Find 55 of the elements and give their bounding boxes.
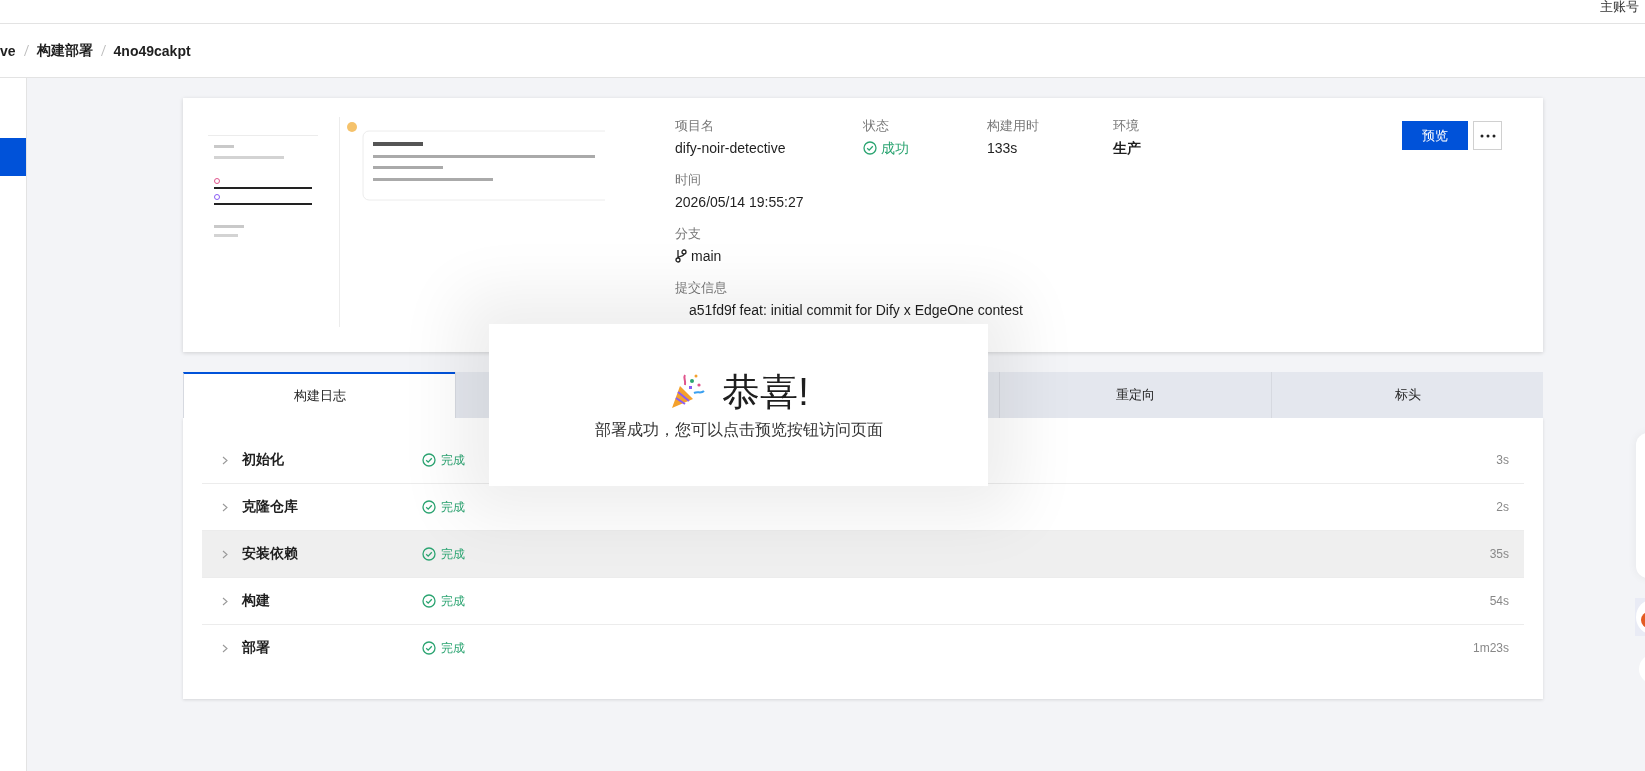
step-status: 完成: [441, 498, 465, 516]
field-value: a51fd9f feat: initial commit for Dify x EdgeOne contest: [689, 301, 1023, 320]
step-name: 部署: [242, 639, 271, 657]
more-icon: [1479, 133, 1496, 138]
check-circle-icon: [422, 641, 436, 655]
field-value: dify-noir-detective: [675, 139, 786, 158]
dialog-title: 恭喜!: [722, 369, 809, 414]
step-status: 完成: [441, 545, 465, 563]
tab[interactable]: 标头: [1271, 372, 1543, 418]
field-value: 生产: [1113, 139, 1141, 158]
step-duration: 54s: [1489, 594, 1509, 608]
breadcrumb-link[interactable]: ve: [0, 42, 16, 59]
tab[interactable]: 重定向: [999, 372, 1271, 418]
log-row[interactable]: 安装依赖 完成 35s: [202, 531, 1524, 578]
step-name: 初始化: [242, 451, 285, 469]
field-label: 项目名: [675, 117, 715, 135]
field-label: 状态: [863, 117, 890, 135]
chevron-right-icon: [222, 502, 228, 512]
step-name: 构建: [242, 592, 271, 610]
breadcrumb-link[interactable]: 构建部署: [36, 41, 93, 60]
check-circle-icon: [422, 594, 436, 608]
field-label: 构建用时: [987, 117, 1040, 135]
step-name: 克隆仓库: [242, 498, 299, 516]
chevron-right-icon: [222, 455, 228, 465]
step-status: 完成: [441, 639, 465, 657]
step-status: 完成: [441, 451, 465, 469]
field-value: 2026/05/14 19:55:27: [675, 193, 804, 212]
chevron-right-icon: [222, 643, 228, 653]
tab[interactable]: 构建日志: [183, 372, 455, 418]
chevron-right-icon: [222, 596, 228, 606]
field-label: 时间: [675, 171, 702, 189]
step-duration: 2s: [1496, 500, 1509, 514]
check-circle-icon: [863, 141, 877, 155]
account-link[interactable]: 主账号: [1600, 0, 1639, 23]
branch-icon: [675, 249, 687, 263]
check-circle-icon: [422, 453, 436, 467]
field-value: main: [691, 247, 722, 266]
field-label: 分支: [675, 225, 702, 243]
log-row[interactable]: 部署 完成 1m23s: [202, 625, 1524, 671]
field-label: 环境: [1113, 117, 1140, 135]
step-name: 安装依赖: [242, 545, 299, 563]
preview-button[interactable]: 预览: [1402, 121, 1468, 150]
check-circle-icon: [422, 547, 436, 561]
log-row[interactable]: 构建 完成 54s: [202, 578, 1524, 625]
more-button[interactable]: [1473, 121, 1502, 150]
field-label: 提交信息: [675, 279, 728, 297]
field-value: 成功: [881, 139, 909, 158]
chevron-right-icon: [222, 549, 228, 559]
step-status: 完成: [441, 592, 465, 610]
dialog-message: 部署成功，您可以点击预览按钮访问页面: [594, 419, 883, 440]
step-duration: 3s: [1496, 453, 1509, 467]
check-circle-icon: [422, 500, 436, 514]
step-duration: 35s: [1489, 547, 1509, 561]
step-duration: 1m23s: [1472, 641, 1509, 655]
field-value: 133s: [987, 139, 1018, 158]
